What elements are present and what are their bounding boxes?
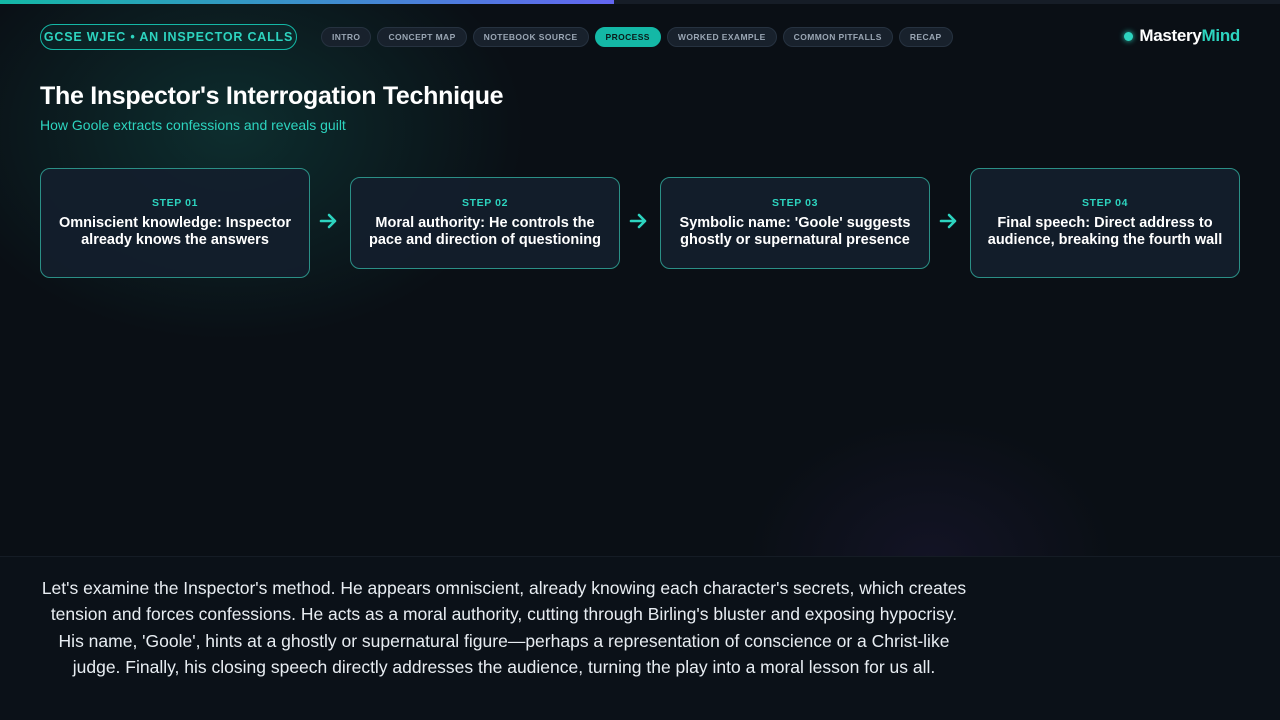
step-text: Omniscient knowledge: Inspector already … xyxy=(58,214,292,249)
step-text: Final speech: Direct address to audience… xyxy=(987,214,1223,249)
step-label: STEP 04 xyxy=(1081,196,1129,209)
arrow-right-icon xyxy=(629,213,647,229)
arrow-right-icon xyxy=(319,213,337,229)
arrow-right-icon xyxy=(939,213,957,229)
section-nav: INTRO CONCEPT MAP NOTEBOOK SOURCE PROCES… xyxy=(321,27,953,47)
tab-recap[interactable]: RECAP xyxy=(898,27,953,47)
course-badge[interactable]: GCSE WJEC • AN INSPECTOR CALLS xyxy=(40,24,297,50)
brand-name-part2: Mind xyxy=(1201,26,1241,45)
step-label: STEP 01 xyxy=(151,196,199,209)
step-label: STEP 03 xyxy=(771,196,819,209)
dot-icon xyxy=(1124,31,1134,41)
top-bar: GCSE WJEC • AN INSPECTOR CALLS INTRO CON… xyxy=(40,24,1240,50)
tab-common-pitfalls[interactable]: COMMON PITFALLS xyxy=(782,27,893,47)
tab-notebook-source[interactable]: NOTEBOOK SOURCE xyxy=(472,27,589,47)
brand-logo: MasteryMind xyxy=(1124,26,1240,46)
tab-intro[interactable]: INTRO xyxy=(321,27,372,47)
step-card-1: STEP 01 Omniscient knowledge: Inspector … xyxy=(40,168,310,278)
process-steps: STEP 01 Omniscient knowledge: Inspector … xyxy=(40,168,1240,280)
step-text: Symbolic name: 'Goole' suggests ghostly … xyxy=(679,214,911,249)
progress-bar xyxy=(0,0,1280,4)
page-subtitle: How Goole extracts confessions and revea… xyxy=(40,117,346,133)
tab-worked-example[interactable]: WORKED EXAMPLE xyxy=(666,27,777,47)
slide-page: GCSE WJEC • AN INSPECTOR CALLS INTRO CON… xyxy=(0,0,1280,720)
tab-concept-map[interactable]: CONCEPT MAP xyxy=(377,27,467,47)
step-card-2: STEP 02 Moral authority: He controls the… xyxy=(350,177,620,269)
step-text: Moral authority: He controls the pace an… xyxy=(368,214,601,249)
brand-name: MasteryMind xyxy=(1139,26,1240,46)
brand-name-part1: Mastery xyxy=(1139,26,1202,45)
page-title: The Inspector's Interrogation Technique xyxy=(40,82,504,110)
step-card-3: STEP 03 Symbolic name: 'Goole' suggests … xyxy=(660,177,930,269)
tab-process[interactable]: PROCESS xyxy=(594,27,661,47)
narration-caption: Let's examine the Inspector's method. He… xyxy=(41,578,967,677)
step-label: STEP 02 xyxy=(461,196,509,209)
progress-bar-fill xyxy=(0,0,615,4)
step-card-4: STEP 04 Final speech: Direct address to … xyxy=(970,168,1240,278)
